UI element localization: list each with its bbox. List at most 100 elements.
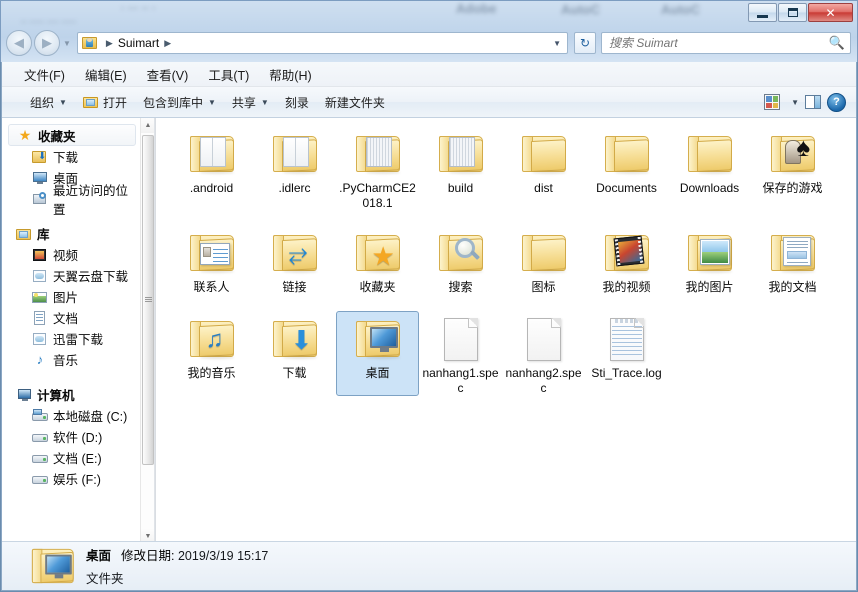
desktop-ghost-text-3: AutoC (561, 2, 600, 17)
file-item[interactable]: ⥂ 链接 (253, 225, 336, 297)
menu-tools[interactable]: 工具(T) (198, 62, 259, 87)
scroll-up-button[interactable]: ▲ (141, 118, 154, 133)
menu-edit[interactable]: 编辑(E) (75, 62, 137, 87)
history-dropdown-icon[interactable]: ▼ (63, 39, 71, 48)
minimize-button[interactable] (748, 3, 777, 22)
folder-icon (601, 130, 653, 178)
nav-group-computer: 计算机 本地磁盘 (C:) 软件 (D:) 文档 (E:) 娱乐 (F:) (2, 384, 140, 489)
file-item[interactable]: Sti_Trace.log (585, 311, 668, 396)
scrollbar-thumb[interactable] (142, 135, 154, 465)
sidebar-item-drive-f[interactable]: 娱乐 (F:) (2, 468, 140, 489)
search-input[interactable] (607, 35, 829, 51)
forward-button[interactable]: ▶ (34, 30, 60, 56)
sidebar-item-pictures[interactable]: 图片 (2, 286, 140, 307)
file-item[interactable]: Documents (585, 126, 668, 211)
file-item-label: 图标 (531, 280, 556, 294)
sidebar-item-documents[interactable]: 文档 (2, 307, 140, 328)
file-item[interactable]: build (419, 126, 502, 211)
file-item[interactable]: nanhang1.spec (419, 311, 502, 396)
back-button[interactable]: ◀ (6, 30, 32, 56)
refresh-button[interactable]: ↻ (574, 32, 596, 54)
breadcrumb-separator-leading[interactable]: ▶ (106, 38, 113, 49)
file-item[interactable]: ⬇ 下载 (253, 311, 336, 396)
help-icon[interactable]: ? (827, 92, 846, 112)
file-item[interactable]: 我的文档 (751, 225, 834, 297)
file-item[interactable]: 我的图片 (668, 225, 751, 297)
sidebar-item-downloads[interactable]: ⬇ 下载 (2, 146, 140, 167)
menu-view[interactable]: 查看(V) (137, 62, 199, 87)
sidebar-item-label: 音乐 (53, 354, 79, 368)
navigation-pane: ★ 收藏夹 ⬇ 下载 桌面 最近访问的位置 库 视频 天翼云盘下载 图片 文档 … (2, 118, 155, 544)
sidebar-item-favorites[interactable]: ★ 收藏夹 (8, 124, 136, 146)
sidebar-item-videos[interactable]: 视频 (2, 244, 140, 265)
file-list-pane[interactable]: .android .idlerc .PyCharmCE2018.1 build dist… (155, 118, 856, 544)
sidebar-item-libraries[interactable]: 库 (2, 223, 140, 244)
share-button[interactable]: 共享 ▼ (224, 91, 277, 114)
navigation-scrollbar[interactable]: ▲ ▼ (140, 118, 154, 544)
file-item[interactable]: 我的视频 (585, 225, 668, 297)
address-dropdown-icon[interactable]: ▼ (553, 39, 565, 48)
file-item-label: 我的视频 (602, 280, 651, 294)
breadcrumb-separator-trailing[interactable]: ▶ (164, 38, 171, 49)
music-icon: ♪ (36, 351, 44, 367)
sidebar-item-recent-places[interactable]: 最近访问的位置 (2, 184, 140, 217)
organize-button[interactable]: 组织 ▼ (22, 91, 75, 114)
sidebar-item-thunder-download[interactable]: 迅雷下载 (2, 328, 140, 349)
view-dropdown-icon[interactable]: ▼ (791, 98, 799, 107)
new-folder-button[interactable]: 新建文件夹 (317, 91, 393, 114)
status-primary-line: 桌面 修改日期: 2019/3/19 15:17 (86, 545, 268, 564)
file-item-selected[interactable]: 桌面 (336, 311, 419, 396)
file-item[interactable]: ♫ 我的音乐 (170, 311, 253, 396)
file-icon (435, 315, 487, 363)
file-item[interactable]: ♠ 保存的游戏 (751, 126, 834, 211)
file-item-label: 联系人 (193, 280, 230, 294)
sidebar-item-drive-d[interactable]: 软件 (D:) (2, 426, 140, 447)
folder-icon (352, 130, 404, 178)
folder-icon (684, 130, 736, 178)
file-item[interactable]: nanhang2.spec (502, 311, 585, 396)
file-item[interactable]: 搜索 (419, 225, 502, 297)
change-view-icon[interactable] (764, 94, 781, 110)
include-in-library-button[interactable]: 包含到库中 ▼ (135, 91, 224, 114)
file-item[interactable]: .idlerc (253, 126, 336, 211)
file-item[interactable]: .android (170, 126, 253, 211)
sidebar-item-drive-e[interactable]: 文档 (E:) (2, 447, 140, 468)
sidebar-item-label: 迅雷下载 (53, 333, 104, 347)
sidebar-item-label: 最近访问的位置 (53, 183, 129, 217)
sidebar-item-computer[interactable]: 计算机 (2, 384, 140, 405)
sidebar-item-drive-c[interactable]: 本地磁盘 (C:) (2, 405, 140, 426)
open-button[interactable]: 打开 (75, 91, 135, 114)
contact-card-icon (199, 243, 230, 265)
file-item-label: 我的音乐 (187, 366, 236, 380)
search-box[interactable]: 🔍 (601, 32, 851, 54)
file-item[interactable]: 联系人 (170, 225, 253, 297)
maximize-button[interactable] (778, 3, 807, 22)
breadcrumb-item-suimart[interactable]: Suimart (118, 36, 159, 50)
sidebar-item-music[interactable]: ♪ 音乐 (2, 349, 140, 370)
down-arrow-icon: ⬇ (290, 325, 313, 355)
burn-button[interactable]: 刻录 (277, 91, 317, 114)
menu-file[interactable]: 文件(F) (14, 62, 75, 87)
preview-pane-icon[interactable] (805, 95, 821, 109)
scrollbar-grip-icon (144, 297, 152, 303)
status-modified-group: 修改日期: 2019/3/19 15:17 (121, 545, 268, 564)
folder-icon: ★ (352, 229, 404, 277)
file-item[interactable]: ★ 收藏夹 (336, 225, 419, 297)
sidebar-item-label: 天翼云盘下载 (53, 270, 129, 284)
drive-icon (32, 450, 48, 466)
file-item-label: 我的文档 (768, 280, 817, 294)
cloud-download-icon (32, 268, 48, 284)
file-item[interactable]: .PyCharmCE2018.1 (336, 126, 419, 211)
file-item[interactable]: Downloads (668, 126, 751, 211)
folder-icon (518, 130, 570, 178)
file-item[interactable]: dist (502, 126, 585, 211)
close-button[interactable]: ✕ (808, 3, 853, 22)
file-item[interactable]: 图标 (502, 225, 585, 297)
system-drive-icon (32, 408, 48, 424)
file-item-label: 保存的游戏 (762, 181, 823, 195)
folder-icon (601, 229, 653, 277)
menu-help[interactable]: 帮助(H) (259, 62, 321, 87)
sidebar-item-tianyi-cloud[interactable]: 天翼云盘下载 (2, 265, 140, 286)
address-bar[interactable]: ▶ Suimart ▶ ▼ (76, 32, 568, 54)
chevron-down-icon: ▼ (260, 97, 269, 107)
